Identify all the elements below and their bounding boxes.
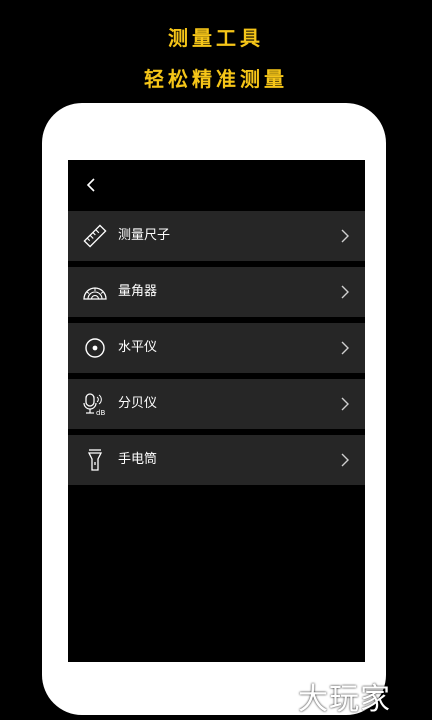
menu-item-label: 分贝仪 [118, 396, 158, 411]
watermark-logo: 大玩家 [298, 682, 391, 717]
protractor-icon [83, 287, 107, 300]
menu-item-protractor[interactable]: 量角器 [68, 267, 365, 317]
menu-item-level[interactable]: 水平仪 [68, 323, 365, 373]
promo-subtitle: 轻松精准测量 [144, 67, 288, 91]
flashlight-icon [87, 449, 103, 471]
menu-item-label: 水平仪 [118, 340, 158, 355]
menu-item-flashlight[interactable]: 手电筒 [68, 435, 365, 485]
level-icon [85, 338, 105, 358]
chevron-right-icon [341, 285, 349, 299]
back-button[interactable] [80, 174, 102, 196]
back-chevron-icon [86, 178, 95, 192]
menu-item-label: 量角器 [118, 284, 158, 299]
app-screen: 测量尺子 量角器 水平仪 dB 分贝仪 手电筒 [68, 160, 365, 662]
top-bar [68, 160, 365, 210]
decibel-meter-icon: dB [83, 393, 105, 417]
promo-title: 测量工具 [168, 26, 264, 50]
svg-text:dB: dB [96, 409, 105, 417]
menu-item-label: 测量尺子 [118, 228, 171, 243]
menu-item-decibel-meter[interactable]: dB 分贝仪 [68, 379, 365, 429]
chevron-right-icon [341, 341, 349, 355]
chevron-right-icon [341, 397, 349, 411]
chevron-right-icon [341, 229, 349, 243]
menu-item-ruler[interactable]: 测量尺子 [68, 211, 365, 261]
ruler-icon [83, 224, 107, 248]
chevron-right-icon [341, 453, 349, 467]
menu-item-label: 手电筒 [118, 452, 158, 467]
